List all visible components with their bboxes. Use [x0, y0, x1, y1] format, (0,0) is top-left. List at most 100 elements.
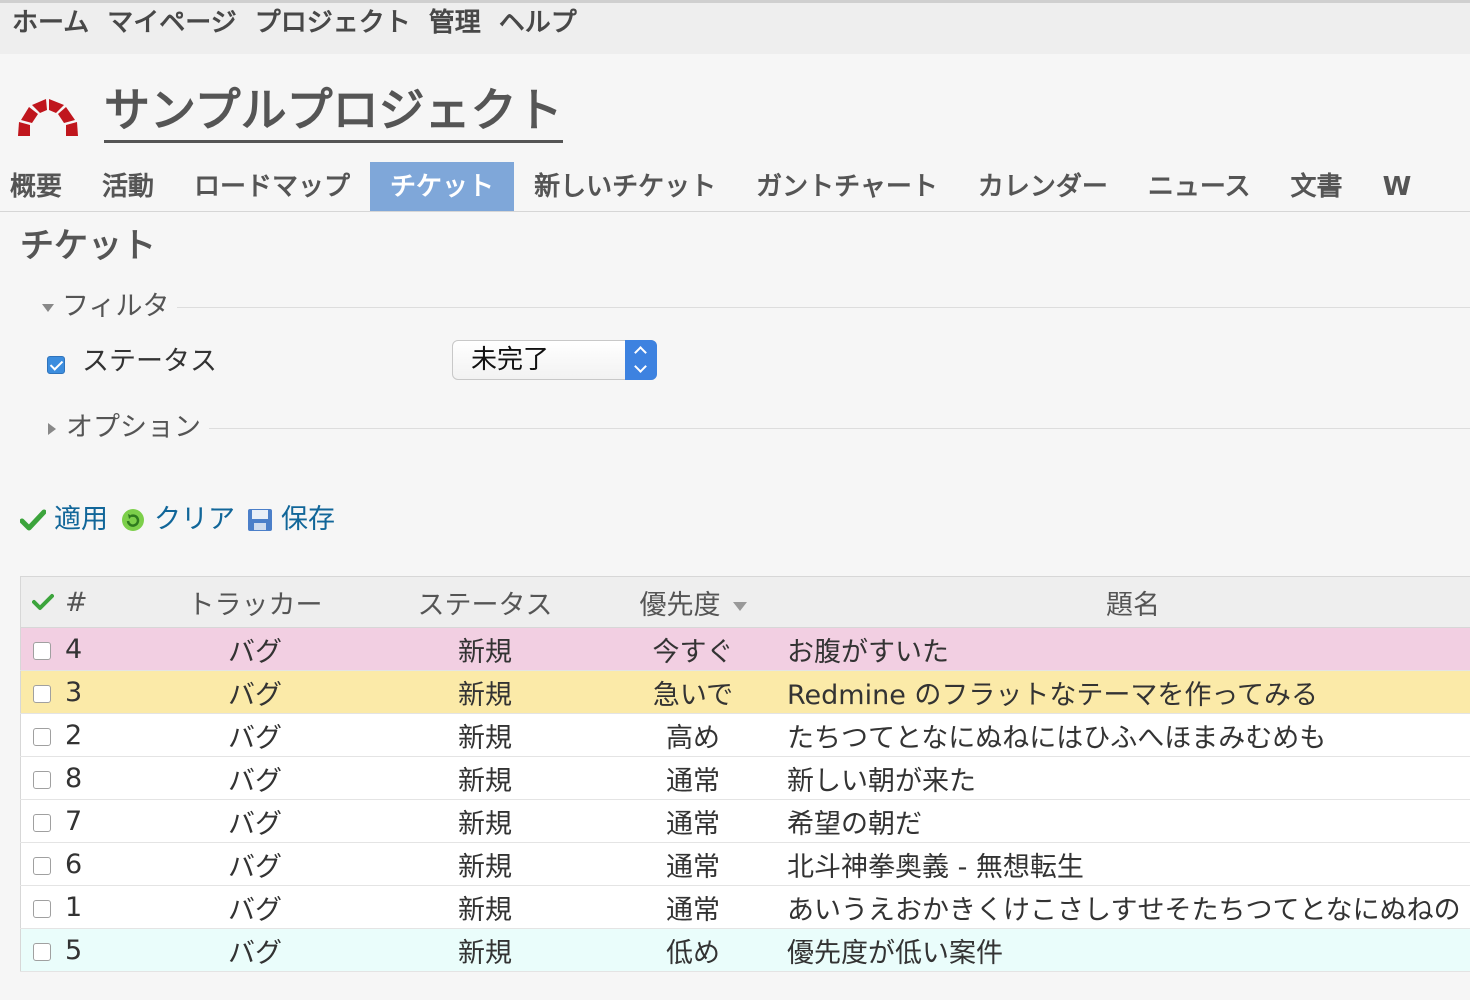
issue-tracker: バグ — [139, 928, 371, 972]
row-checkbox[interactable] — [33, 814, 51, 832]
issue-tracker: バグ — [139, 670, 371, 714]
row-checkbox[interactable] — [33, 857, 51, 875]
table-row[interactable]: 8 バグ 新規 通常 新しい朝が来た — [20, 756, 1470, 800]
issue-priority: 通常 — [599, 842, 787, 886]
table-row[interactable]: 3 バグ 新規 急いで Redmine のフラットなテーマを作ってみる — [20, 670, 1470, 714]
issue-status: 新規 — [371, 670, 599, 714]
save-label: 保存 — [281, 504, 335, 535]
column-header-status[interactable]: ステータス — [371, 576, 599, 628]
table-row[interactable]: 7 バグ 新規 通常 希望の朝だ — [20, 799, 1470, 843]
row-checkbox[interactable] — [33, 642, 51, 660]
select-updown-icon — [625, 340, 657, 380]
apply-label: 適用 — [54, 504, 108, 535]
table-header-row: # トラッカー ステータス 優先度 題名 — [20, 576, 1470, 628]
reload-icon — [122, 509, 144, 531]
column-header-tracker[interactable]: トラッカー — [139, 576, 371, 628]
issue-tracker: バグ — [139, 885, 371, 929]
issue-priority: 急いで — [599, 670, 787, 714]
top-menu: ホーム マイページ プロジェクト 管理 ヘルプ — [0, 0, 1470, 54]
issue-id-link[interactable]: 8 — [65, 756, 139, 800]
issue-subject-link[interactable]: Redmine のフラットなテーマを作ってみる — [787, 670, 1470, 714]
issue-status: 新規 — [371, 713, 599, 757]
status-filter-label: ステータス — [82, 346, 217, 377]
tab-gantt[interactable]: ガントチャート — [736, 162, 958, 211]
issue-priority: 今すぐ — [599, 627, 787, 671]
issue-id-link[interactable]: 5 — [65, 928, 139, 972]
tab-roadmap[interactable]: ロードマップ — [174, 162, 370, 211]
content: チケット フィルタ ステータス 未完了 オプション 適用 クリア 保存 # トラ… — [0, 212, 1470, 1000]
issue-status: 新規 — [371, 928, 599, 972]
issue-status: 新規 — [371, 885, 599, 929]
tab-documents[interactable]: 文書 — [1271, 162, 1363, 211]
issue-id-link[interactable]: 7 — [65, 799, 139, 843]
issue-status: 新規 — [371, 756, 599, 800]
issue-id-link[interactable]: 1 — [65, 885, 139, 929]
issue-priority: 通常 — [599, 756, 787, 800]
row-checkbox[interactable] — [33, 685, 51, 703]
status-operator-select[interactable]: 未完了 — [452, 340, 657, 380]
tab-calendar[interactable]: カレンダー — [958, 162, 1128, 211]
tab-activity[interactable]: 活動 — [82, 162, 174, 211]
query-actions: 適用 クリア 保存 — [20, 502, 347, 538]
filter-legend-label: フィルタ — [62, 291, 170, 322]
row-checkbox[interactable] — [33, 900, 51, 918]
row-checkbox[interactable] — [33, 943, 51, 961]
checkmark-icon — [32, 593, 54, 610]
save-button[interactable]: 保存 — [247, 502, 335, 538]
issue-subject-link[interactable]: 新しい朝が来た — [787, 756, 1470, 800]
clear-label: クリア — [154, 504, 235, 535]
issues-table: # トラッカー ステータス 優先度 題名 4 バグ 新規 今すぐ お腹がすいた … — [20, 576, 1470, 972]
table-row[interactable]: 5 バグ 新規 低め 優先度が低い案件 — [20, 928, 1470, 972]
checkmark-icon — [20, 509, 46, 531]
options-legend-toggle[interactable]: オプション — [20, 411, 209, 445]
issue-id-link[interactable]: 2 — [65, 713, 139, 757]
tab-overview[interactable]: 概要 — [0, 162, 82, 211]
issue-status: 新規 — [371, 799, 599, 843]
page-title: チケット — [20, 226, 156, 266]
tab-new-issue[interactable]: 新しいチケット — [514, 162, 736, 211]
tab-news[interactable]: ニュース — [1128, 162, 1271, 211]
issue-tracker: バグ — [139, 713, 371, 757]
issue-id-link[interactable]: 3 — [65, 670, 139, 714]
top-menu-home[interactable]: ホーム — [12, 3, 89, 43]
issue-id-link[interactable]: 4 — [65, 627, 139, 671]
table-row[interactable]: 4 バグ 新規 今すぐ お腹がすいた — [20, 627, 1470, 671]
tab-issues[interactable]: チケット — [370, 162, 515, 211]
collapse-arrow-icon — [42, 303, 54, 312]
filter-legend-toggle[interactable]: フィルタ — [20, 290, 178, 324]
header: サンプルプロジェクト 概要 活動 ロードマップ チケット 新しいチケット ガント… — [0, 54, 1470, 212]
table-row[interactable]: 2 バグ 新規 高め たちつてとなにぬねにはひふへほまみむめも — [20, 713, 1470, 757]
save-disk-icon — [248, 509, 272, 531]
clear-button[interactable]: クリア — [120, 502, 235, 538]
column-header-priority[interactable]: 優先度 — [599, 576, 787, 628]
tab-wiki[interactable]: W — [1363, 162, 1432, 211]
sort-desc-icon — [732, 601, 747, 611]
issue-subject-link[interactable]: 優先度が低い案件 — [787, 928, 1470, 972]
column-header-subject[interactable]: 題名 — [787, 576, 1470, 628]
issue-tracker: バグ — [139, 756, 371, 800]
issue-subject-link[interactable]: 希望の朝だ — [787, 799, 1470, 843]
issue-priority: 通常 — [599, 799, 787, 843]
top-menu-my-page[interactable]: マイページ — [107, 3, 236, 43]
issue-subject-link[interactable]: あいうえおかきくけこさしすせそたちつてとなにぬねの — [787, 885, 1470, 929]
issue-status: 新規 — [371, 842, 599, 886]
column-header-id[interactable]: # — [65, 576, 139, 628]
apply-button[interactable]: 適用 — [20, 502, 108, 538]
issue-subject-link[interactable]: たちつてとなにぬねにはひふへほまみむめも — [787, 713, 1470, 757]
issue-subject-link[interactable]: 北斗神拳奥義 - 無想転生 — [787, 842, 1470, 886]
issue-id-link[interactable]: 6 — [65, 842, 139, 886]
top-menu-projects[interactable]: プロジェクト — [255, 3, 411, 43]
issue-priority: 低め — [599, 928, 787, 972]
project-title[interactable]: サンプルプロジェクト — [104, 82, 563, 143]
toggle-all-checkmark[interactable] — [20, 576, 65, 628]
row-checkbox[interactable] — [33, 728, 51, 746]
row-checkbox[interactable] — [33, 771, 51, 789]
top-menu-help[interactable]: ヘルプ — [499, 3, 577, 43]
table-row[interactable]: 6 バグ 新規 通常 北斗神拳奥義 - 無想転生 — [20, 842, 1470, 886]
status-filter-checkbox[interactable] — [47, 356, 65, 374]
options-fieldset-border — [20, 428, 1470, 429]
top-menu-admin[interactable]: 管理 — [429, 3, 481, 43]
issue-priority: 通常 — [599, 885, 787, 929]
table-row[interactable]: 1 バグ 新規 通常 あいうえおかきくけこさしすせそたちつてとなにぬねの — [20, 885, 1470, 929]
issue-subject-link[interactable]: お腹がすいた — [787, 627, 1470, 671]
